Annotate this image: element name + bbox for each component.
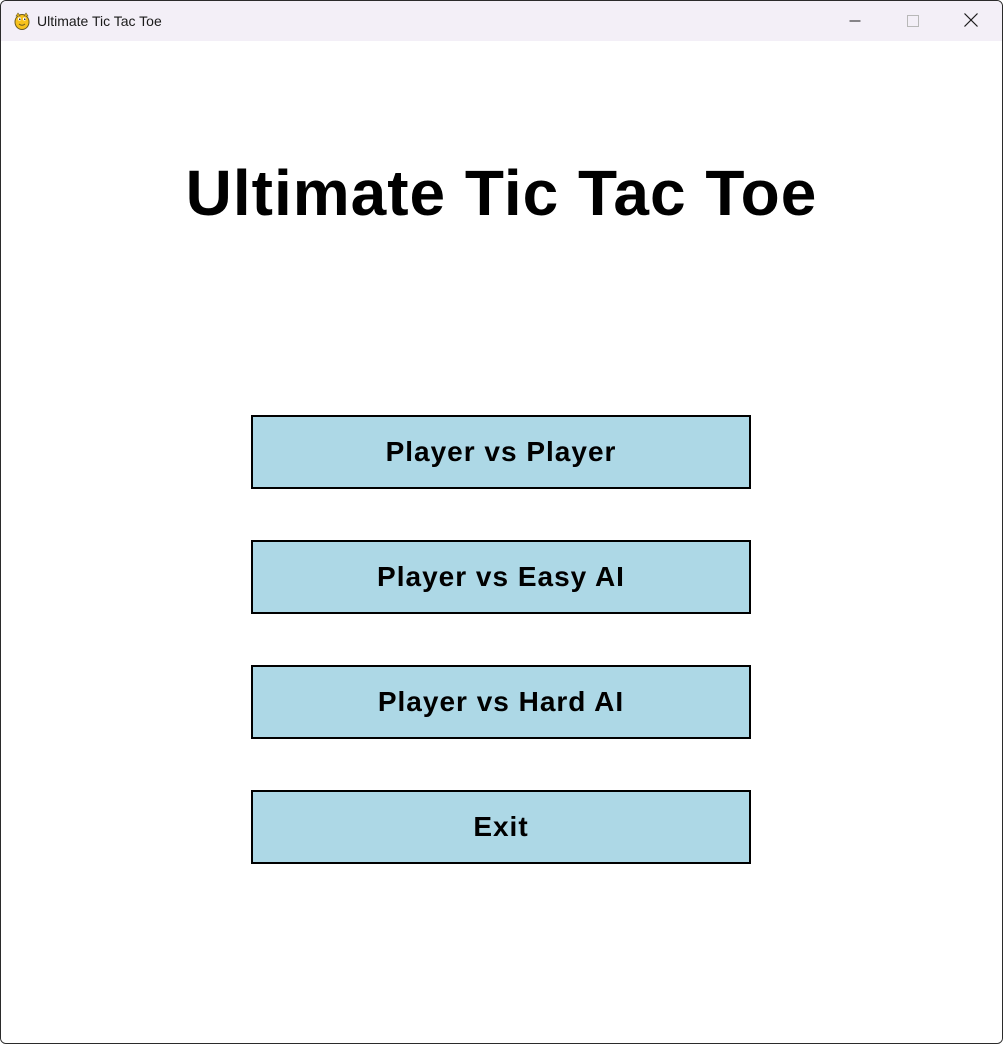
player-vs-player-button[interactable]: Player vs Player: [251, 415, 751, 489]
close-icon: [964, 12, 978, 31]
button-label: Player vs Hard AI: [377, 686, 625, 717]
button-label: Player vs Player: [385, 436, 617, 467]
minimize-icon: [849, 12, 861, 31]
window-title: Ultimate Tic Tac Toe: [37, 13, 162, 29]
python-snake-icon: [12, 11, 32, 31]
button-label: Exit: [473, 811, 529, 842]
game-title: Ultimate Tic Tac Toe: [185, 157, 818, 229]
maximize-icon: [907, 12, 919, 31]
close-button[interactable]: [942, 1, 1000, 41]
player-vs-hard-ai-button[interactable]: Player vs Hard AI: [251, 665, 751, 739]
button-label: Player vs Easy AI: [377, 561, 625, 592]
maximize-button[interactable]: [884, 1, 942, 41]
minimize-button[interactable]: [826, 1, 884, 41]
exit-button[interactable]: Exit: [251, 790, 751, 864]
title-bar[interactable]: Ultimate Tic Tac Toe: [1, 1, 1002, 41]
game-menu: Ultimate Tic Tac Toe Player vs Player Pl…: [1, 41, 1002, 1043]
app-window: Ultimate Tic Tac Toe Ultimate Tic Tac To…: [0, 0, 1003, 1044]
player-vs-easy-ai-button[interactable]: Player vs Easy AI: [251, 540, 751, 614]
